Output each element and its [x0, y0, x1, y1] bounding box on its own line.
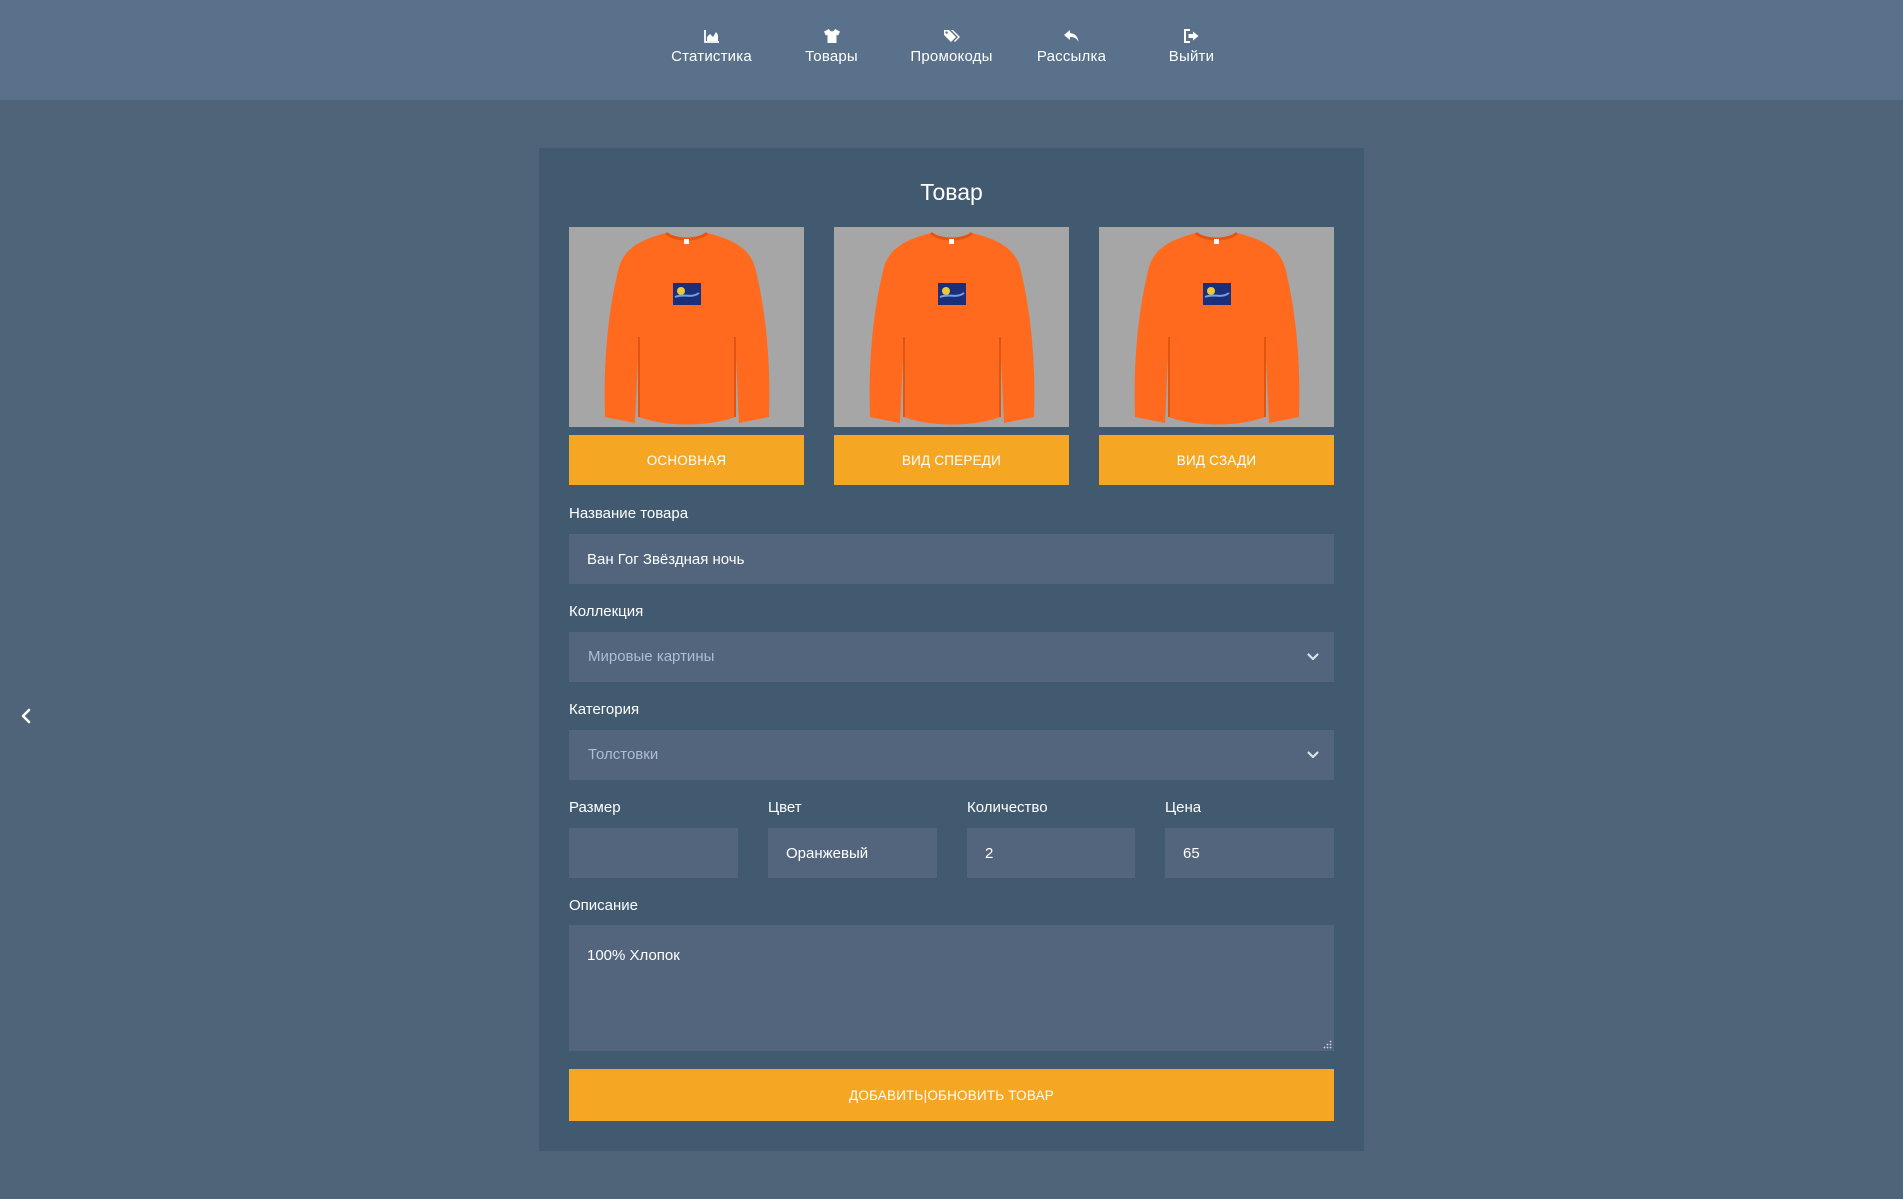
nav-item-promocodes[interactable]: Промокоды: [892, 28, 1012, 66]
nav-item-products[interactable]: Товары: [772, 28, 892, 66]
color-input[interactable]: [768, 828, 937, 878]
size-input[interactable]: [569, 828, 738, 878]
product-form-card: Товар Основная Вид спереди: [539, 148, 1364, 1151]
collection-label: Коллекция: [569, 603, 644, 620]
product-photo-main[interactable]: [569, 227, 804, 427]
area-chart-icon: [703, 30, 719, 43]
nav-item-label: Выйти: [1168, 48, 1215, 65]
product-name-input[interactable]: [569, 534, 1334, 584]
description-label: Описание: [569, 897, 639, 914]
tshirt-icon: [823, 29, 840, 43]
name-label: Название товара: [569, 505, 689, 522]
nav-item-label: Рассылка: [1036, 48, 1107, 65]
product-photo-front[interactable]: [834, 227, 1069, 427]
category-select[interactable]: Толстовки: [569, 730, 1334, 780]
chevron-down-icon: [1307, 751, 1319, 759]
nav-item-label: Промокоды: [910, 48, 993, 65]
quantity-label: Количество: [967, 799, 1048, 816]
quantity-input[interactable]: [967, 828, 1135, 878]
sign-out-icon: [1183, 29, 1198, 43]
collection-selected-value: Мировые картины: [588, 648, 715, 665]
top-navigation: Статистика Товары Промокоды Рассылка Вый…: [0, 0, 1903, 100]
price-input[interactable]: [1165, 828, 1334, 878]
tags-icon: [943, 30, 960, 42]
sweatshirt-image: [1099, 227, 1334, 427]
chevron-down-icon: [1307, 653, 1319, 661]
nav-item-label: Товары: [805, 48, 858, 65]
photo-back-button[interactable]: Вид сзади: [1099, 435, 1334, 485]
resize-grip-icon[interactable]: [1323, 1040, 1332, 1049]
photo-front-button[interactable]: Вид спереди: [834, 435, 1069, 485]
page-title: Товар: [920, 179, 983, 205]
photo-main-button[interactable]: Основная: [569, 435, 804, 485]
price-label: Цена: [1165, 799, 1202, 816]
chevron-left-icon: [21, 708, 31, 724]
size-label: Размер: [569, 799, 621, 816]
back-button[interactable]: [16, 705, 36, 727]
collection-select[interactable]: Мировые картины: [569, 632, 1334, 682]
category-selected-value: Толстовки: [588, 746, 659, 763]
nav-item-logout[interactable]: Выйти: [1132, 28, 1252, 66]
color-label: Цвет: [768, 799, 802, 816]
add-update-product-button[interactable]: Добавить|обновить товар: [569, 1069, 1334, 1121]
description-textarea[interactable]: 100% Хлопок: [569, 925, 1334, 1051]
sweatshirt-image: [569, 227, 804, 427]
sweatshirt-image: [834, 227, 1069, 427]
nav-item-label: Статистика: [671, 48, 752, 65]
category-label: Категория: [569, 701, 640, 718]
nav-item-mailing[interactable]: Рассылка: [1012, 28, 1132, 66]
nav-item-statistics[interactable]: Статистика: [652, 28, 772, 66]
product-photo-back[interactable]: [1099, 227, 1334, 427]
reply-icon: [1063, 30, 1078, 42]
